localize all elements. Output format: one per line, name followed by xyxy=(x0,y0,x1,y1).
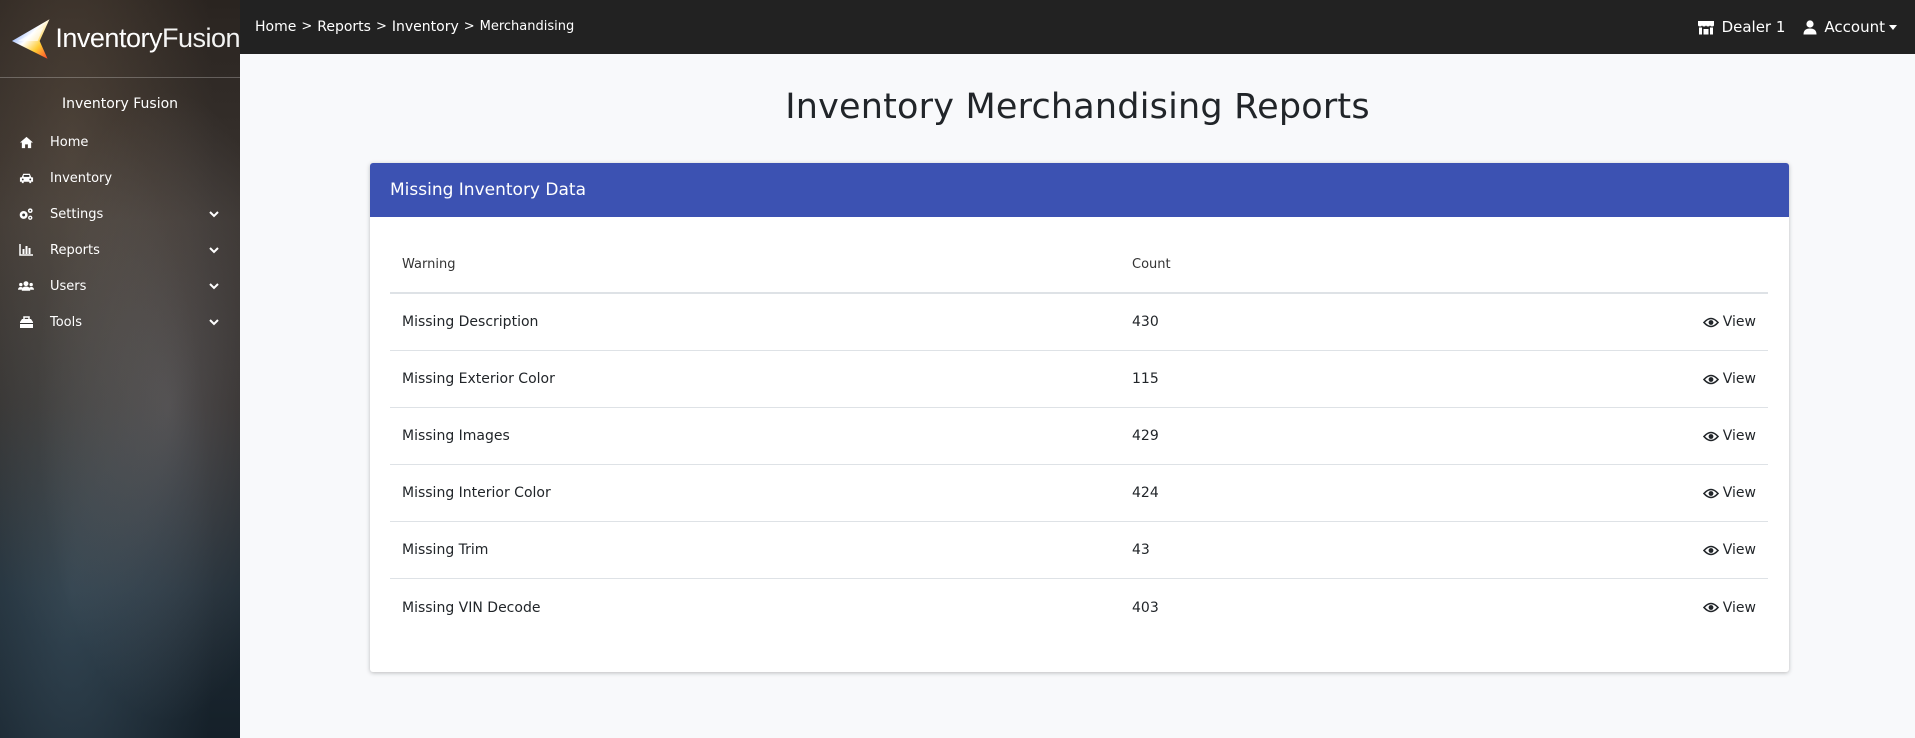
logo-text: InventoryFusion xyxy=(55,23,240,53)
eye-icon xyxy=(1702,317,1719,327)
chevron-down-icon xyxy=(209,319,219,326)
count-cell: 43 xyxy=(1132,542,1150,558)
view-button[interactable]: View xyxy=(1702,542,1756,558)
warning-cell: Missing Interior Color xyxy=(402,485,551,501)
view-label: View xyxy=(1722,428,1756,444)
count-cell: 430 xyxy=(1132,314,1159,330)
count-cell: 429 xyxy=(1132,428,1159,444)
missing-data-table: Warning Count Missing Description 430 Vi… xyxy=(390,237,1768,636)
sidebar-item-settings[interactable]: Settings xyxy=(0,196,240,232)
sidebar-item-reports[interactable]: Reports xyxy=(0,232,240,268)
breadcrumb-home[interactable]: Home xyxy=(255,19,296,35)
warning-cell: Missing Description xyxy=(402,314,539,330)
chevron-down-icon xyxy=(209,211,219,218)
breadcrumb-reports[interactable]: Reports xyxy=(317,19,371,35)
table-row: Missing Trim 43 View xyxy=(390,522,1768,579)
user-icon xyxy=(1803,19,1817,34)
chevron-down-icon xyxy=(209,283,219,290)
view-label: View xyxy=(1722,314,1756,330)
view-button[interactable]: View xyxy=(1702,314,1756,330)
store-icon xyxy=(1697,20,1714,34)
sidebar-item-label: Settings xyxy=(50,206,104,222)
table-row: Missing Exterior Color 115 View xyxy=(390,351,1768,408)
view-label: View xyxy=(1722,542,1756,558)
topbar: Home > Reports > Inventory > Merchandisi… xyxy=(240,0,1915,54)
view-label: View xyxy=(1722,485,1756,501)
chart-bar-icon xyxy=(18,243,34,257)
view-label: View xyxy=(1722,371,1756,387)
count-cell: 115 xyxy=(1132,371,1159,387)
table-row: Missing Images 429 View xyxy=(390,408,1768,465)
breadcrumb-inventory[interactable]: Inventory xyxy=(392,19,459,35)
view-button[interactable]: View xyxy=(1702,371,1756,387)
table-row: Missing VIN Decode 403 View xyxy=(390,579,1768,636)
sidebar-item-label: Home xyxy=(50,134,89,150)
eye-icon xyxy=(1702,374,1719,384)
table-row: Missing Interior Color 424 View xyxy=(390,465,1768,522)
sidebar-item-label: Users xyxy=(50,278,87,294)
breadcrumb-separator: > xyxy=(375,19,387,34)
users-icon xyxy=(18,279,34,293)
logo[interactable]: InventoryFusion xyxy=(0,0,241,78)
eye-icon xyxy=(1702,545,1719,555)
dealer-selector[interactable]: Dealer 1 xyxy=(1697,18,1786,36)
cogs-icon xyxy=(18,207,34,221)
eye-icon xyxy=(1702,431,1719,441)
sidebar-item-label: Tools xyxy=(50,314,83,330)
warning-cell: Missing VIN Decode xyxy=(402,599,541,616)
logo-icon xyxy=(11,18,50,59)
main-content: Inventory Merchandising Reports Missing … xyxy=(240,54,1915,738)
table-row: Missing Description 430 View xyxy=(390,294,1768,351)
missing-data-panel: Missing Inventory Data Warning Count Mis… xyxy=(370,163,1789,672)
count-cell: 403 xyxy=(1132,599,1159,616)
caret-down-icon xyxy=(1889,24,1897,30)
breadcrumb: Home > Reports > Inventory > Merchandisi… xyxy=(255,19,579,35)
warning-cell: Missing Exterior Color xyxy=(402,371,555,387)
toolbox-icon xyxy=(18,315,34,329)
eye-icon xyxy=(1702,488,1719,498)
view-button[interactable]: View xyxy=(1702,428,1756,444)
breadcrumb-separator: > xyxy=(301,19,313,34)
car-icon xyxy=(18,171,34,185)
column-header-warning: Warning xyxy=(402,257,456,272)
view-button[interactable]: View xyxy=(1702,599,1756,616)
account-label: Account xyxy=(1824,18,1885,36)
warning-cell: Missing Trim xyxy=(402,542,489,558)
column-header-count: Count xyxy=(1132,257,1171,272)
page-title: Inventory Merchandising Reports xyxy=(785,87,1370,127)
home-icon xyxy=(18,135,34,149)
sidebar-item-tools[interactable]: Tools xyxy=(0,304,240,340)
count-cell: 424 xyxy=(1132,485,1159,501)
dealer-label: Dealer 1 xyxy=(1721,18,1786,36)
sidebar-item-label: Inventory xyxy=(50,170,113,186)
sidebar-item-label: Reports xyxy=(50,242,100,258)
sidebar-item-inventory[interactable]: Inventory xyxy=(0,160,240,196)
sidebar-title: Inventory Fusion xyxy=(61,96,179,112)
view-label: View xyxy=(1722,599,1756,616)
sidebar: InventoryFusion Inventory Fusion Home In… xyxy=(0,0,241,738)
panel-header: Missing Inventory Data xyxy=(370,163,1789,217)
table-header: Warning Count xyxy=(390,237,1768,294)
account-menu[interactable]: Account xyxy=(1803,18,1897,36)
breadcrumb-current: Merchandising xyxy=(479,19,575,34)
eye-icon xyxy=(1702,602,1719,613)
view-button[interactable]: View xyxy=(1702,485,1756,501)
breadcrumb-separator: > xyxy=(463,19,475,34)
warning-cell: Missing Images xyxy=(402,428,510,444)
sidebar-item-users[interactable]: Users xyxy=(0,268,240,304)
sidebar-item-home[interactable]: Home xyxy=(0,124,240,160)
chevron-down-icon xyxy=(209,247,219,254)
